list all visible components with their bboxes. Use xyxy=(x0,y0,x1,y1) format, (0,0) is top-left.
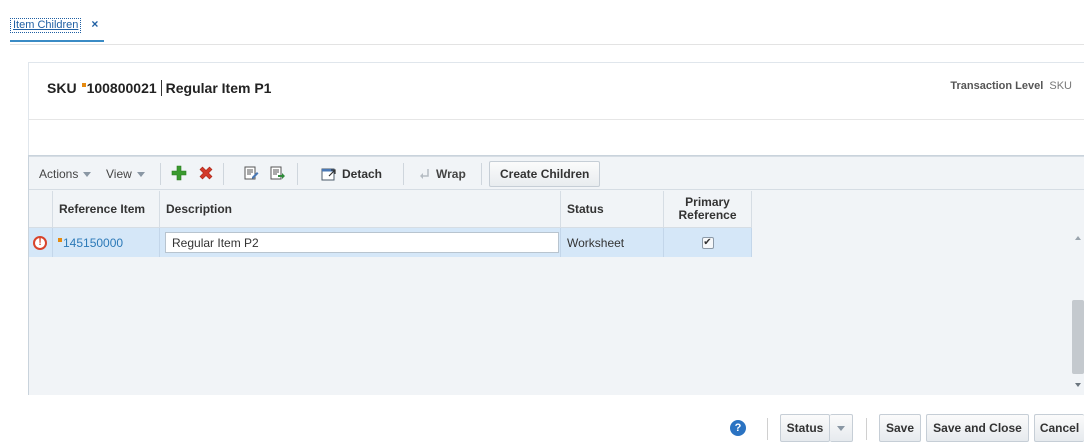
header-divider xyxy=(29,119,1084,120)
vertical-scrollbar[interactable] xyxy=(1071,228,1084,395)
chevron-down-icon xyxy=(83,171,92,177)
export-icon[interactable] xyxy=(268,164,286,182)
column-header-description[interactable]: Description xyxy=(160,191,561,228)
status-button[interactable]: Status xyxy=(780,414,830,442)
footer-separator xyxy=(767,418,768,440)
actions-menu-label: Actions xyxy=(39,167,79,181)
close-icon[interactable]: × xyxy=(91,18,98,31)
create-children-button[interactable]: Create Children xyxy=(489,161,601,187)
description-cell xyxy=(160,228,561,257)
toolbar-separator xyxy=(160,163,161,185)
actions-menu[interactable]: Actions xyxy=(39,167,92,181)
scrollbar-thumb[interactable] xyxy=(1072,300,1084,374)
item-number: 100800021 xyxy=(86,80,157,96)
item-description: Regular Item P1 xyxy=(165,80,272,96)
column-header-primary-reference[interactable]: Primary Reference xyxy=(664,191,752,228)
children-table-panel: Actions View Detach Wrap Create Children… xyxy=(28,155,1084,395)
wrap-label: Wrap xyxy=(436,167,466,181)
tab-label[interactable]: Item Children xyxy=(10,18,82,33)
toolbar-separator xyxy=(481,163,482,185)
scroll-up-icon[interactable] xyxy=(1075,236,1081,240)
tab-bar: Item Children × xyxy=(0,0,1084,44)
reference-item-link[interactable]: 145150000 xyxy=(63,236,123,250)
status-dropdown-button[interactable] xyxy=(830,414,853,442)
reference-item-cell: 145150000 xyxy=(53,228,160,257)
item-header-panel: SKU 100800021 Regular Item P1 Transactio… xyxy=(28,62,1084,155)
help-icon[interactable]: ? xyxy=(730,420,746,436)
transaction-level-label: Transaction Level xyxy=(950,80,1044,92)
page-title: SKU 100800021 Regular Item P1 xyxy=(47,80,271,96)
wrap-button[interactable]: Wrap xyxy=(419,163,466,185)
row-status-column-header xyxy=(29,191,53,228)
chevron-down-icon xyxy=(136,171,145,177)
scroll-down-icon[interactable] xyxy=(1075,383,1081,387)
delete-icon[interactable] xyxy=(197,164,215,182)
column-header-reference-item[interactable]: Reference Item xyxy=(53,191,160,228)
footer-bar: ? Status Save Save and Close Cancel xyxy=(0,410,1084,444)
toolbar-separator xyxy=(223,163,224,185)
required-indicator-icon xyxy=(58,237,62,242)
transaction-level: Transaction Level SKU xyxy=(950,80,1072,92)
detach-label: Detach xyxy=(342,167,383,181)
toolbar-separator xyxy=(403,163,404,185)
chevron-down-icon xyxy=(837,425,845,431)
add-icon[interactable] xyxy=(170,164,188,182)
grid-empty-area xyxy=(29,257,1069,395)
children-grid: Reference Item Description Status Primar… xyxy=(29,191,1084,395)
status-cell: Worksheet xyxy=(561,228,664,257)
tab-item-children[interactable]: Item Children × xyxy=(10,18,105,42)
item-type: SKU xyxy=(47,80,77,96)
title-separator xyxy=(160,80,162,96)
detach-button[interactable]: Detach xyxy=(321,163,382,185)
warning-icon[interactable]: ! xyxy=(33,235,47,250)
table-row[interactable]: ! 145150000 Worksheet ✔ xyxy=(29,228,752,257)
save-and-close-button[interactable]: Save and Close xyxy=(926,414,1029,442)
view-menu[interactable]: View xyxy=(106,167,145,181)
toolbar-separator xyxy=(297,163,298,185)
view-menu-label: View xyxy=(106,167,132,181)
column-header-status[interactable]: Status xyxy=(561,191,664,228)
table-toolbar: Actions View Detach Wrap Create Children xyxy=(29,156,1084,190)
required-indicator-icon xyxy=(81,83,86,87)
cancel-button[interactable]: Cancel xyxy=(1034,414,1084,442)
primary-reference-checkbox[interactable]: ✔ xyxy=(701,236,714,249)
footer-separator xyxy=(866,418,867,440)
description-input[interactable] xyxy=(165,232,559,253)
save-button[interactable]: Save xyxy=(879,414,921,442)
detach-icon xyxy=(321,167,337,181)
primary-reference-cell: ✔ xyxy=(664,228,752,257)
edit-icon[interactable] xyxy=(242,164,260,182)
transaction-level-value: SKU xyxy=(1049,80,1072,92)
tab-divider xyxy=(10,44,1084,45)
grid-header: Reference Item Description Status Primar… xyxy=(29,191,752,228)
wrap-icon xyxy=(419,168,431,180)
row-status-cell: ! xyxy=(29,228,53,257)
